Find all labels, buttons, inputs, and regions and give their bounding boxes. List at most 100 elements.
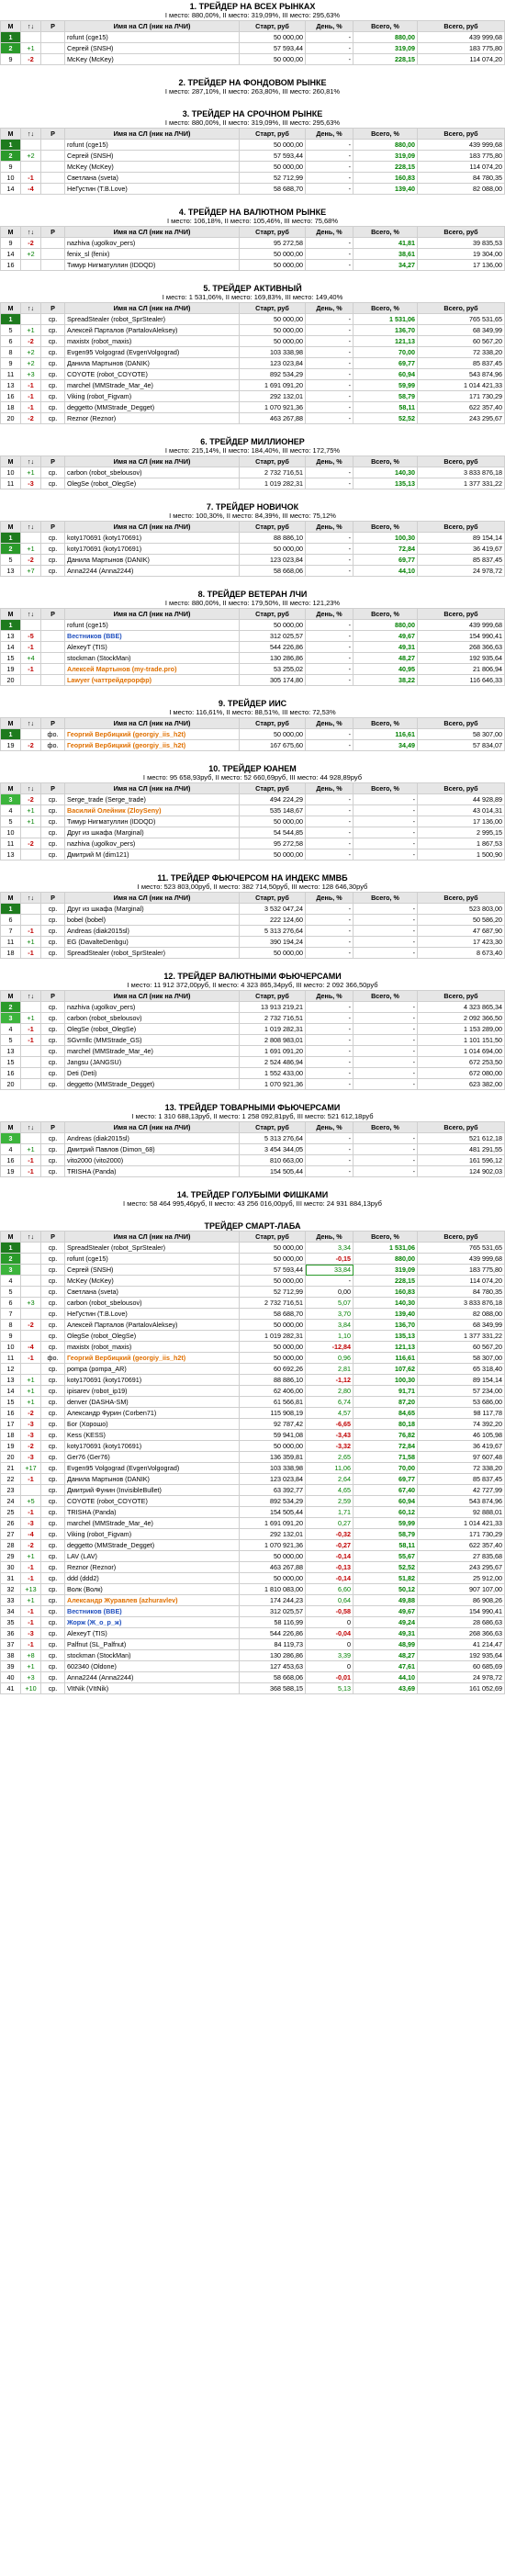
column-header-m[interactable]: М [0, 20, 21, 32]
cell-name[interactable]: Evgen95 Volgograd (EvgenVolgograd) [64, 1462, 240, 1474]
column-header-p[interactable]: Р [40, 782, 65, 794]
cell-name[interactable]: Друг из шкафа (Marginal) [64, 903, 240, 915]
cell-name[interactable]: fenix_sl (fenix) [64, 248, 240, 260]
column-header-m[interactable]: М [0, 990, 21, 1002]
column-header-ch[interactable]: ↑↓ [20, 782, 41, 794]
column-header-total_pct[interactable]: Всего, % [353, 20, 418, 32]
cell-name[interactable]: rofunt (cge15) [64, 31, 240, 43]
column-header-total_pct[interactable]: Всего, % [353, 1121, 418, 1133]
column-header-total_rub[interactable]: Всего, руб [417, 717, 505, 729]
column-header-total_rub[interactable]: Всего, руб [417, 990, 505, 1002]
column-header-start[interactable]: Старт, руб [239, 1121, 306, 1133]
cell-name[interactable]: koty170691 (koty170691) [64, 532, 240, 544]
column-header-day[interactable]: День, % [305, 456, 354, 467]
cell-name[interactable]: deggetto (MMStrade_Degget) [64, 1078, 240, 1090]
column-header-name[interactable]: Имя на СЛ (ник на ЛЧИ) [64, 608, 240, 620]
cell-name[interactable]: Вестников (BBE) [64, 630, 240, 642]
cell-name[interactable]: Дмитрий М (dim121) [64, 849, 240, 861]
column-header-name[interactable]: Имя на СЛ (ник на ЛЧИ) [64, 226, 240, 238]
column-header-start[interactable]: Старт, руб [239, 128, 306, 140]
cell-name[interactable]: TRISHA (Panda) [64, 1165, 240, 1177]
cell-name[interactable]: AlexeyT (TIS) [64, 1627, 240, 1639]
cell-name[interactable]: Георгий Вербицкий (georgiy_iis_h2t) [64, 739, 240, 751]
column-header-total_rub[interactable]: Всего, руб [417, 128, 505, 140]
column-header-ch[interactable]: ↑↓ [20, 608, 41, 620]
cell-name[interactable]: Дмитрий Фунин (InvisibleBullet) [64, 1484, 240, 1496]
column-header-p[interactable]: Р [40, 608, 65, 620]
column-header-p[interactable]: Р [40, 226, 65, 238]
column-header-total_pct[interactable]: Всего, % [353, 302, 418, 314]
column-header-ch[interactable]: ↑↓ [20, 521, 41, 533]
cell-name[interactable]: Василий Олейник (ZloySeny) [64, 804, 240, 816]
cell-name[interactable]: AlexeyT (TIS) [64, 641, 240, 653]
column-header-total_pct[interactable]: Всего, % [353, 892, 418, 904]
cell-name[interactable]: deggetto (MMStrade_Degget) [64, 1539, 240, 1551]
column-header-day[interactable]: День, % [305, 1121, 354, 1133]
cell-name[interactable]: 602340 (Oldone) [64, 1660, 240, 1672]
column-header-m[interactable]: М [0, 521, 21, 533]
cell-name[interactable]: Тимур Нигматуллин (IDDQD) [64, 816, 240, 827]
column-header-ch[interactable]: ↑↓ [20, 717, 41, 729]
column-header-m[interactable]: М [0, 1121, 21, 1133]
column-header-day[interactable]: День, % [305, 20, 354, 32]
cell-name[interactable]: koty170691 (koty170691) [64, 543, 240, 555]
cell-name[interactable]: Вестников (BBE) [64, 1605, 240, 1617]
cell-name[interactable]: LAV (LAV) [64, 1550, 240, 1562]
cell-name[interactable]: COYOTE (robot_COYOTE) [64, 368, 240, 380]
cell-name[interactable]: НеГустин (T.B.Love) [64, 1308, 240, 1320]
cell-name[interactable]: Reznor (Reznor) [64, 412, 240, 424]
column-header-total_rub[interactable]: Всего, руб [417, 1231, 505, 1243]
column-header-ch[interactable]: ↑↓ [20, 990, 41, 1002]
cell-name[interactable]: vito2000 (vito2000) [64, 1154, 240, 1166]
column-header-p[interactable]: Р [40, 521, 65, 533]
cell-name[interactable]: Жорж (Ж_о_р_ж) [64, 1616, 240, 1628]
cell-name[interactable]: koty170691 (koty170691) [64, 1374, 240, 1386]
cell-name[interactable]: Друг из шкафа (Marginal) [64, 827, 240, 838]
column-header-name[interactable]: Имя на СЛ (ник на ЛЧИ) [64, 521, 240, 533]
column-header-name[interactable]: Имя на СЛ (ник на ЛЧИ) [64, 892, 240, 904]
column-header-day[interactable]: День, % [305, 1231, 354, 1243]
cell-name[interactable]: marchel (MMStrade_Mar_4e) [64, 379, 240, 391]
cell-name[interactable]: Andreas (diak2015sl) [64, 925, 240, 937]
column-header-name[interactable]: Имя на СЛ (ник на ЛЧИ) [64, 1231, 240, 1243]
cell-name[interactable]: Serge_trade (Serge_trade) [64, 793, 240, 805]
column-header-m[interactable]: М [0, 226, 21, 238]
column-header-m[interactable]: М [0, 892, 21, 904]
cell-name[interactable]: bobel (bobel) [64, 914, 240, 926]
column-header-m[interactable]: М [0, 456, 21, 467]
column-header-name[interactable]: Имя на СЛ (ник на ЛЧИ) [64, 717, 240, 729]
cell-name[interactable]: marchel (MMStrade_Mar_4e) [64, 1045, 240, 1057]
column-header-start[interactable]: Старт, руб [239, 608, 306, 620]
cell-name[interactable]: rofunt (cge15) [64, 1253, 240, 1265]
cell-name[interactable]: koty170691 (koty170691) [64, 1440, 240, 1452]
cell-name[interactable]: Алексей Парталов (PartalovAleksey) [64, 324, 240, 336]
column-header-p[interactable]: Р [40, 990, 65, 1002]
cell-name[interactable]: maxistx (robot_maxis) [64, 1341, 240, 1353]
cell-name[interactable]: nazhiva (ugolkov_pers) [64, 237, 240, 249]
cell-name[interactable]: Сергей (SNSH) [64, 1264, 240, 1276]
column-header-ch[interactable]: ↑↓ [20, 456, 41, 467]
column-header-day[interactable]: День, % [305, 717, 354, 729]
column-header-p[interactable]: Р [40, 302, 65, 314]
column-header-ch[interactable]: ↑↓ [20, 1231, 41, 1243]
column-header-name[interactable]: Имя на СЛ (ник на ЛЧИ) [64, 1121, 240, 1133]
column-header-total_pct[interactable]: Всего, % [353, 128, 418, 140]
cell-name[interactable]: Данила Мартынов (DANIK) [64, 357, 240, 369]
column-header-p[interactable]: Р [40, 892, 65, 904]
column-header-m[interactable]: М [0, 302, 21, 314]
column-header-ch[interactable]: ↑↓ [20, 128, 41, 140]
cell-name[interactable]: Светлана (sveta) [64, 172, 240, 184]
cell-name[interactable]: Ger76 (Ger76) [64, 1451, 240, 1463]
column-header-day[interactable]: День, % [305, 226, 354, 238]
cell-name[interactable]: ddd (ddd2) [64, 1572, 240, 1584]
cell-name[interactable]: deggetto (MMStrade_Degget) [64, 401, 240, 413]
cell-name[interactable]: OlegSe (robot_OlegSe) [64, 1023, 240, 1035]
column-header-day[interactable]: День, % [305, 990, 354, 1002]
cell-name[interactable]: Kess (KESS) [64, 1429, 240, 1441]
cell-name[interactable]: Волк (Волк) [64, 1583, 240, 1595]
column-header-p[interactable]: Р [40, 20, 65, 32]
column-header-start[interactable]: Старт, руб [239, 892, 306, 904]
cell-name[interactable]: carbon (robot_sbelousov) [64, 1012, 240, 1024]
column-header-total_rub[interactable]: Всего, руб [417, 782, 505, 794]
cell-name[interactable]: McKey (McKey) [64, 161, 240, 173]
